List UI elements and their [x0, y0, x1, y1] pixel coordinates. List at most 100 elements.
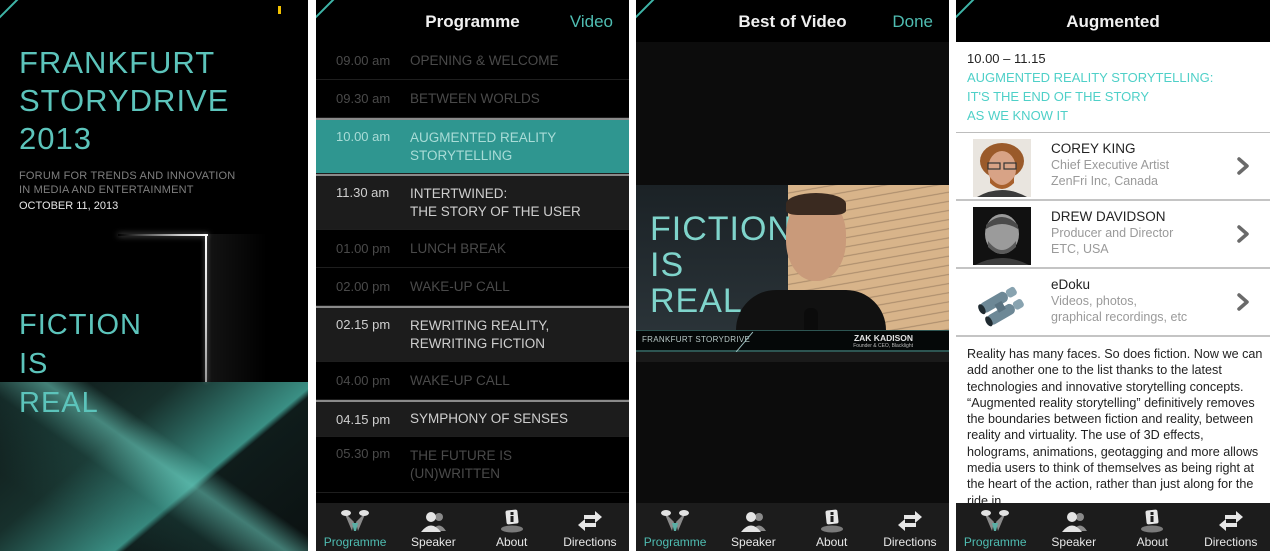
programme-time: 05.30 pm	[336, 446, 391, 461]
tab-programme[interactable]: Programme	[636, 503, 714, 551]
programme-row[interactable]: 10.00 am AUGMENTED REALITY STORYTELLING	[316, 118, 629, 174]
programme-time: 11.30 am	[336, 185, 390, 200]
done-button[interactable]: Done	[892, 12, 933, 32]
programme-row[interactable]: 02.00 pm WAKE-UP CALL	[316, 268, 629, 306]
tab-label: Programme	[323, 535, 387, 549]
speaker-row-edoku[interactable]: eDoku Videos, photos, graphical recordin…	[956, 269, 1270, 337]
speaker-photo	[973, 207, 1031, 265]
programme-title: BETWEEN WORLDS	[410, 90, 540, 106]
tab-bar: Programme Speaker About Directions	[316, 503, 629, 551]
nav-title: Augmented	[1066, 12, 1160, 31]
programme-title: THE FUTURE IS (UN)WRITTEN	[410, 447, 513, 481]
chevron-right-icon	[1237, 157, 1249, 175]
programme-row[interactable]: 01.00 pm LUNCH BREAK	[316, 230, 629, 268]
video-bottom-strip	[636, 352, 949, 362]
programme-title: WAKE-UP CALL	[410, 278, 510, 294]
tab-directions[interactable]: Directions	[1192, 503, 1270, 551]
tab-label: Directions	[1204, 535, 1258, 549]
lower-third-speaker-name: ZAK KADISON	[853, 333, 913, 343]
tab-about[interactable]: About	[1113, 503, 1192, 551]
programme-row[interactable]: 09.00 am OPENING & WELCOME	[316, 42, 629, 80]
info-icon	[500, 509, 523, 533]
programme-time: 10.00 am	[336, 129, 391, 144]
speaker-role: Videos, photos,	[1051, 294, 1137, 308]
tab-label: Directions	[883, 535, 937, 549]
people-icon	[741, 512, 767, 532]
arrows-icon	[577, 511, 602, 531]
event-subtitle-line: IN MEDIA AND ENTERTAINMENT	[19, 184, 194, 196]
speaker-name: DREW DAVIDSON	[1051, 209, 1166, 224]
programme-title: REWRITING REALITY, REWRITING FICTION	[410, 317, 550, 351]
programme-row[interactable]: 05.30 pm THE FUTURE IS (UN)WRITTEN	[316, 437, 629, 493]
event-subtitle: FORUM FOR TRENDS AND INNOVATION IN MEDIA…	[19, 169, 235, 197]
programme-time: 01.00 pm	[336, 241, 391, 256]
video-button[interactable]: Video	[570, 12, 613, 32]
speaker-company: graphical recordings, etc	[1051, 310, 1188, 324]
programme-list[interactable]: 09.00 am OPENING & WELCOME 09.30 am BETWEEN…	[316, 42, 629, 493]
programme-title: WAKE-UP CALL	[410, 372, 510, 388]
arrows-icon	[1218, 511, 1243, 531]
programme-row[interactable]: 02.15 pm REWRITING REALITY, REWRITING FIC…	[316, 306, 629, 362]
arrows-icon	[897, 511, 922, 531]
speaker-row-corey-king[interactable]: COREY KING Chief Executive Artist ZenFri…	[956, 133, 1270, 201]
event-title-line: FRANKFURT	[19, 45, 216, 80]
programme-title: OPENING & WELCOME	[410, 52, 559, 68]
door-frame-side	[205, 234, 207, 382]
tab-label: Speaker	[411, 535, 456, 549]
programme-time: 02.15 pm	[336, 317, 391, 332]
programme-time: 09.30 am	[336, 91, 391, 106]
video-slogan-line: IS	[650, 246, 685, 284]
speaker-company: ZenFri Inc, Canada	[1051, 174, 1158, 188]
tagline-line: FICTION	[19, 309, 142, 341]
speaker-row-drew-davidson[interactable]: DREW DAVIDSON Producer and Director ETC,…	[956, 201, 1270, 269]
tab-speaker[interactable]: Speaker	[714, 503, 792, 551]
chevron-right-icon	[1237, 225, 1249, 243]
video-person-hair	[786, 193, 846, 215]
tab-speaker[interactable]: Speaker	[394, 503, 472, 551]
programme-row[interactable]: 11.30 am INTERTWINED: THE STORY OF THE US…	[316, 174, 629, 230]
info-icon	[1141, 509, 1164, 533]
people-icon	[1061, 512, 1087, 532]
programme-row[interactable]: 04.00 pm WAKE-UP CALL	[316, 362, 629, 400]
tab-label: About	[495, 535, 528, 549]
tab-label: About	[815, 535, 848, 549]
tab-label: Directions	[563, 535, 617, 549]
programme-time: 02.00 pm	[336, 279, 391, 294]
programme-title: AUGMENTED REALITY STORYTELLING	[410, 129, 557, 163]
session-detail-screen: Augmented 10.00 – 11.15 AUGMENTED REALIT…	[956, 0, 1270, 551]
programme-row[interactable]: 04.15 pm SYMPHONY OF SENSES	[316, 400, 629, 437]
binoculars-icon	[978, 286, 1024, 327]
tab-directions[interactable]: Directions	[551, 503, 629, 551]
nav-bar: Best of Video Done	[636, 0, 949, 42]
video-screen: Best of Video Done FICTION IS REAL FRANK…	[636, 0, 949, 551]
tab-programme[interactable]: Programme	[316, 503, 394, 551]
tagline-line: REAL	[19, 387, 99, 419]
programme-time: 04.15 pm	[336, 411, 391, 427]
status-indicator	[278, 6, 281, 14]
event-title-line: 2013	[19, 121, 92, 156]
programme-row[interactable]: 09.30 am BETWEEN WORLDS	[316, 80, 629, 118]
spotlights-icon	[661, 510, 690, 531]
tab-label: Programme	[963, 535, 1027, 549]
speaker-role: Producer and Director	[1051, 226, 1174, 240]
speaker-name: COREY KING	[1051, 141, 1136, 156]
tab-bar: Programme Speaker About Directions	[636, 503, 949, 551]
programme-screen: Programme Video 09.00 am OPENING & WELCOM…	[316, 0, 629, 551]
event-title: FRANKFURT STORYDRIVE 2013	[19, 44, 229, 158]
video-slogan-line: FICTION	[650, 210, 793, 248]
spotlights-icon	[981, 510, 1010, 531]
tab-programme[interactable]: Programme	[956, 503, 1035, 551]
tab-about[interactable]: About	[793, 503, 871, 551]
lower-third-brand: FRANKFURT STORYDRIVE	[642, 335, 751, 344]
nav-bar: Augmented	[956, 0, 1270, 42]
tab-about[interactable]: About	[473, 503, 551, 551]
nav-bar: Programme Video	[316, 0, 629, 42]
programme-time: 04.00 pm	[336, 373, 391, 388]
programme-title: LUNCH BREAK	[410, 240, 507, 256]
tab-directions[interactable]: Directions	[871, 503, 949, 551]
chevron-right-icon	[1237, 293, 1249, 311]
video-player[interactable]: FICTION IS REAL FRANKFURT STORYDRIVE ZAK…	[636, 185, 949, 362]
tab-speaker[interactable]: Speaker	[1035, 503, 1114, 551]
tab-label: About	[1136, 535, 1168, 549]
splash-screen: FRANKFURT STORYDRIVE 2013 FORUM FOR TREN…	[0, 0, 308, 551]
